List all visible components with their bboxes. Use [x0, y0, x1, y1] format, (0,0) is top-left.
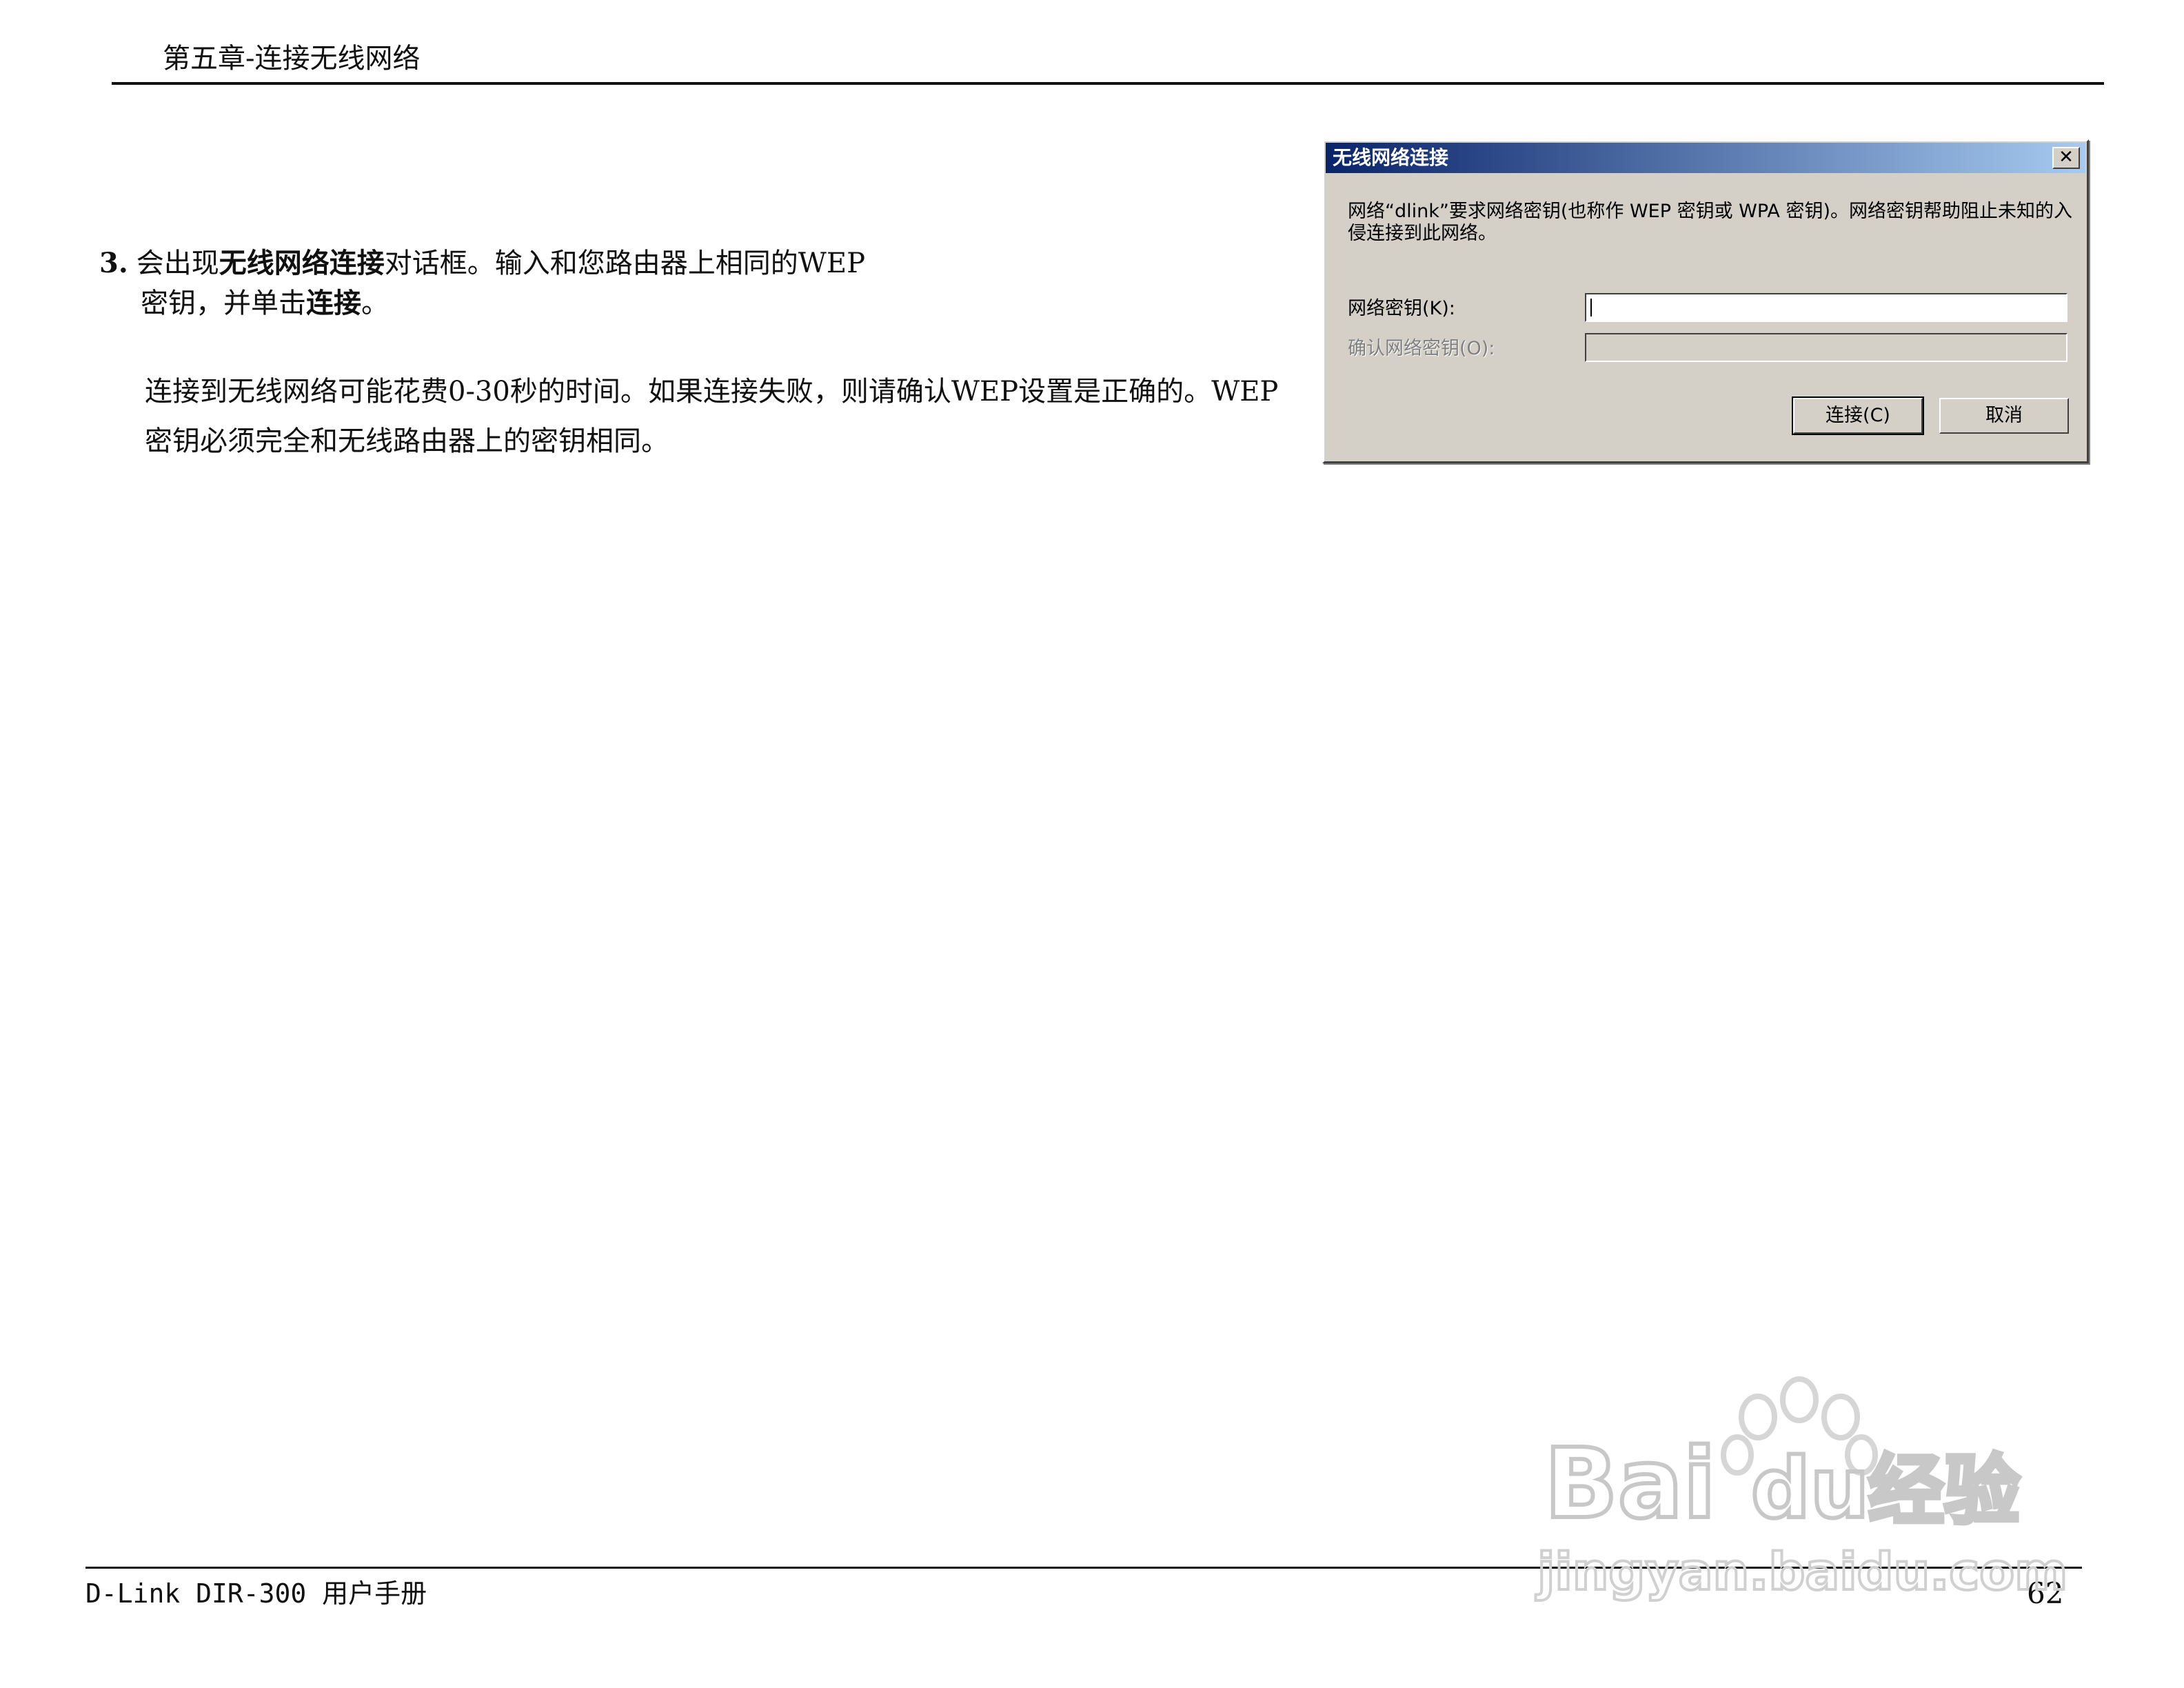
confirm-key-input [1585, 333, 2067, 362]
connection-note: 连接到无线网络可能花费0-30秒的时间。如果连接失败，则请确认WEP设置是正确的… [145, 376, 1279, 457]
watermark-suffix: 经验 [1868, 1447, 2020, 1535]
watermark-brand: Bai [1544, 1428, 1716, 1540]
step-text: 密钥，并单击 [141, 288, 306, 319]
dialog-message: 网络“dlink”要求网络密钥(也称作 WEP 密钥或 WPA 密钥)。网络密钥… [1348, 201, 2073, 244]
manual-name: D-Link DIR-300 用户手册 [85, 1578, 427, 1609]
watermark-url: jingyan.baidu.com [1535, 1543, 2067, 1602]
step-bold-dialog-name: 无线网络连接 [219, 247, 385, 279]
cancel-button[interactable]: 取消 [1939, 398, 2069, 434]
confirm-key-label: 确认网络密钥(O): [1348, 338, 1495, 359]
watermark-brand-du: du [1751, 1441, 1869, 1537]
step-text: 会出现 [136, 248, 219, 279]
step-text: 对话框。输入和您路由器上相同的WEP [384, 248, 865, 279]
step-number: 3. [99, 247, 128, 279]
connect-button[interactable]: 连接(C) [1792, 396, 1924, 435]
dialog-title: 无线网络连接 [1333, 146, 1449, 169]
text-caret [1590, 299, 1592, 316]
paw-toe-icon [1821, 1394, 1860, 1440]
baidu-jingyan-watermark: Bai du 经验 jingyan.baidu.com [1534, 1376, 2069, 1603]
step-bold-connect: 连接 [306, 287, 361, 319]
paw-toe-icon [1721, 1434, 1754, 1476]
wireless-connection-dialog: 无线网络连接 ✕ 网络“dlink”要求网络密钥(也称作 WEP 密钥或 WPA… [1322, 139, 2089, 463]
chapter-title: 第五章-连接无线网络 [163, 43, 421, 74]
paw-toe-icon [1739, 1394, 1777, 1440]
step-3-line-2: 密钥，并单击连接。 [141, 283, 389, 324]
step-text: 。 [361, 288, 389, 319]
step-3-line-1: 3. 会出现无线网络连接对话框。输入和您路由器上相同的WEP [99, 243, 865, 284]
network-key-label: 网络密钥(K): [1348, 298, 1455, 319]
network-key-input[interactable] [1585, 293, 2067, 322]
header-divider [112, 82, 2104, 85]
paw-toe-icon [1780, 1376, 1819, 1423]
close-icon[interactable]: ✕ [2052, 147, 2080, 169]
dialog-titlebar[interactable]: 无线网络连接 ✕ [1326, 143, 2085, 173]
